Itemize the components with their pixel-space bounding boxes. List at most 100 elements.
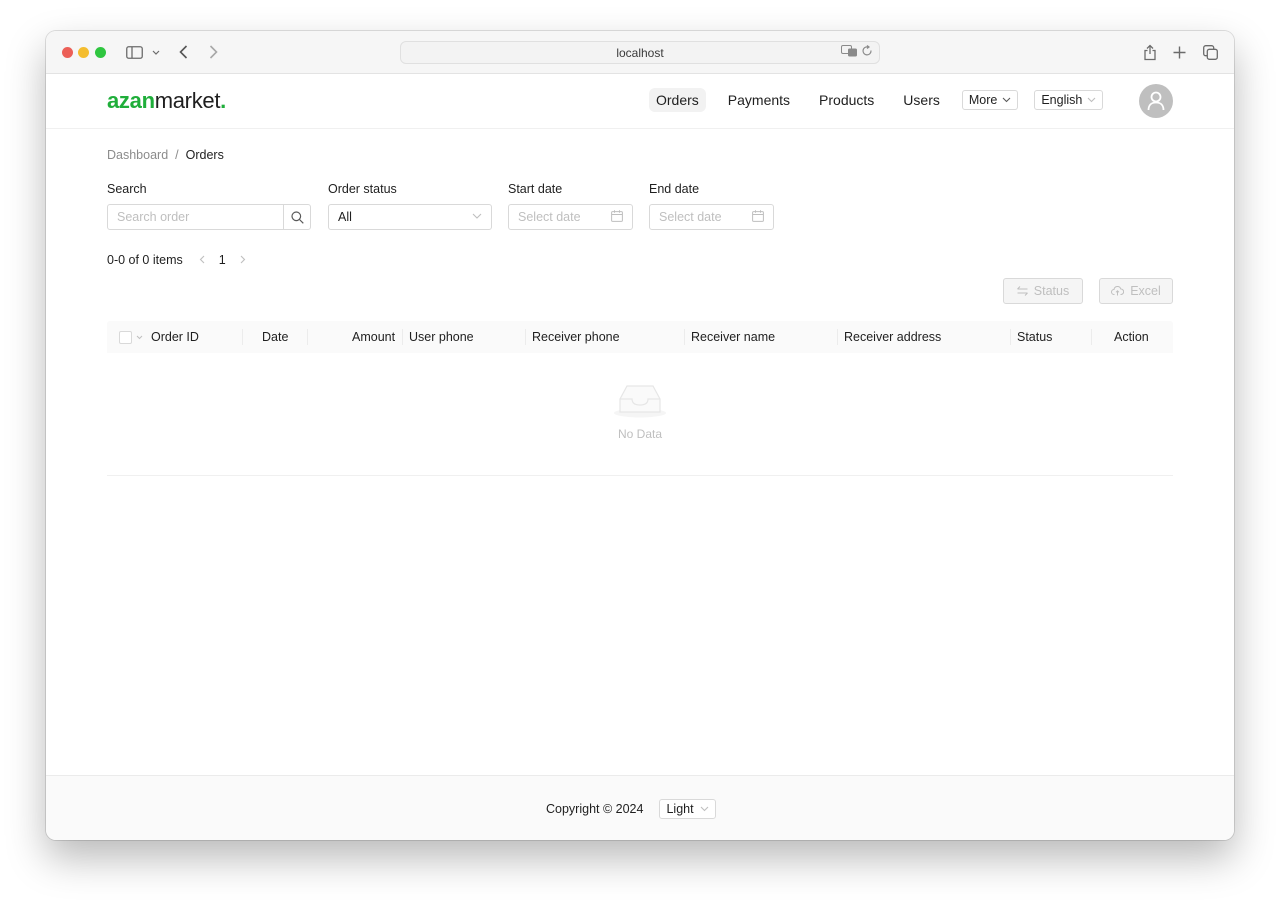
column-divider [307,329,308,345]
order-status-value: All [338,210,352,224]
language-label: English [1041,93,1083,107]
new-tab-icon[interactable] [1171,43,1187,61]
status-button-label: Status [1033,284,1070,298]
end-date-placeholder: Select date [659,210,722,224]
chevron-down-icon [1087,95,1096,105]
export-excel-button[interactable]: Excel [1099,278,1173,304]
select-all-control[interactable] [119,321,143,353]
column-divider [837,329,838,345]
column-receiver-phone[interactable]: Receiver phone [532,321,620,353]
column-receiver-address[interactable]: Receiver address [844,321,941,353]
theme-label: Light [666,802,694,816]
nav-item-users[interactable]: Users [896,88,947,112]
select-all-checkbox[interactable] [119,330,132,344]
column-divider [242,329,243,345]
chevron-right-icon [240,255,245,264]
user-avatar[interactable] [1139,84,1173,118]
logo-dot: . [220,88,226,113]
logo[interactable]: azanmarket. [107,88,226,114]
swap-icon [1016,286,1028,296]
address-bar[interactable]: localhost [400,41,880,64]
no-data-text: No Data [617,427,663,441]
url-text: localhost [616,45,664,60]
start-date-label: Start date [508,182,563,196]
prev-page-button[interactable] [195,253,209,267]
next-page-button[interactable] [236,253,250,267]
nav-item-orders[interactable]: Orders [649,88,706,112]
breadcrumb-current: Orders [185,148,224,162]
cloud-upload-icon [1111,286,1125,296]
pagination-summary: 0-0 of 0 items [107,253,183,267]
minimize-window-button[interactable] [78,47,89,58]
page-number[interactable]: 1 [219,253,226,267]
column-divider [1010,329,1011,345]
app-header: azanmarket. Orders Payments Products Use… [46,74,1234,129]
main-nav: Orders Payments Products Users More Engl… [649,88,1119,112]
language-select[interactable]: English [1034,90,1104,110]
search-placeholder: Search order [117,210,190,224]
column-date[interactable]: Date [262,321,288,353]
back-icon[interactable] [176,43,190,61]
reload-icon[interactable] [862,45,873,60]
end-date-label: End date [649,182,700,196]
sidebar-toggle-icon[interactable] [125,43,143,61]
search-filter: Search Search order [107,182,311,230]
breadcrumb-separator: / [175,148,179,162]
chevron-down-icon [700,804,709,814]
search-input[interactable]: Search order [108,205,285,229]
chevron-left-icon [199,255,205,264]
logo-part-market: market [154,88,221,113]
excel-button-label: Excel [1130,284,1161,298]
browser-toolbar: localhost [46,31,1234,74]
calendar-icon [752,210,764,222]
tab-overview-icon[interactable] [1201,43,1219,61]
page-footer: Copyright © 2024 Light [46,775,1234,840]
column-action[interactable]: Action [1114,321,1149,353]
search-label: Search [107,182,147,196]
column-status[interactable]: Status [1017,321,1052,353]
breadcrumb: Dashboard / Orders [107,148,224,162]
share-icon[interactable] [1141,43,1159,61]
change-status-button[interactable]: Status [1003,278,1083,304]
theme-select[interactable]: Light [659,799,716,819]
column-divider [1091,329,1092,345]
chevron-down-icon [1002,95,1011,105]
close-window-button[interactable] [62,47,73,58]
start-date-placeholder: Select date [518,210,581,224]
chevron-down-icon [472,213,482,219]
chevron-down-icon[interactable] [136,333,143,342]
search-button[interactable] [284,205,310,229]
pagination: 0-0 of 0 items 1 [107,253,250,267]
copyright-text: Copyright © 2024 [546,802,644,816]
more-dropdown[interactable]: More [961,90,1019,110]
search-icon [291,210,304,224]
nav-item-payments[interactable]: Payments [721,88,797,112]
column-order-id[interactable]: Order ID [151,321,199,353]
translate-icon[interactable] [841,45,858,60]
column-user-phone[interactable]: User phone [409,321,474,353]
end-date-picker[interactable]: Select date [649,204,774,230]
start-date-picker[interactable]: Select date [508,204,633,230]
order-status-filter: Order status All [328,182,492,230]
more-label: More [968,93,998,107]
table-header: Order ID Date Amount User phone Receiver… [107,321,1173,353]
column-receiver-name[interactable]: Receiver name [691,321,775,353]
zoom-window-button[interactable] [95,47,106,58]
empty-inbox-icon [614,385,666,418]
column-divider [402,329,403,345]
table-empty-state: No Data [107,353,1173,476]
calendar-icon [611,210,623,222]
order-status-label: Order status [328,182,397,196]
search-field: Search order [107,204,311,230]
breadcrumb-dashboard[interactable]: Dashboard [107,148,168,162]
column-divider [684,329,685,345]
column-amount[interactable]: Amount [352,321,395,353]
end-date-filter: End date Select date [649,182,774,230]
logo-part-azan: azan [107,88,155,113]
forward-icon[interactable] [206,43,220,61]
order-status-select[interactable]: All [328,204,492,230]
user-icon [1147,91,1165,111]
nav-item-products[interactable]: Products [812,88,881,112]
chevron-down-icon[interactable] [150,43,162,61]
orders-table: Order ID Date Amount User phone Receiver… [107,321,1173,476]
